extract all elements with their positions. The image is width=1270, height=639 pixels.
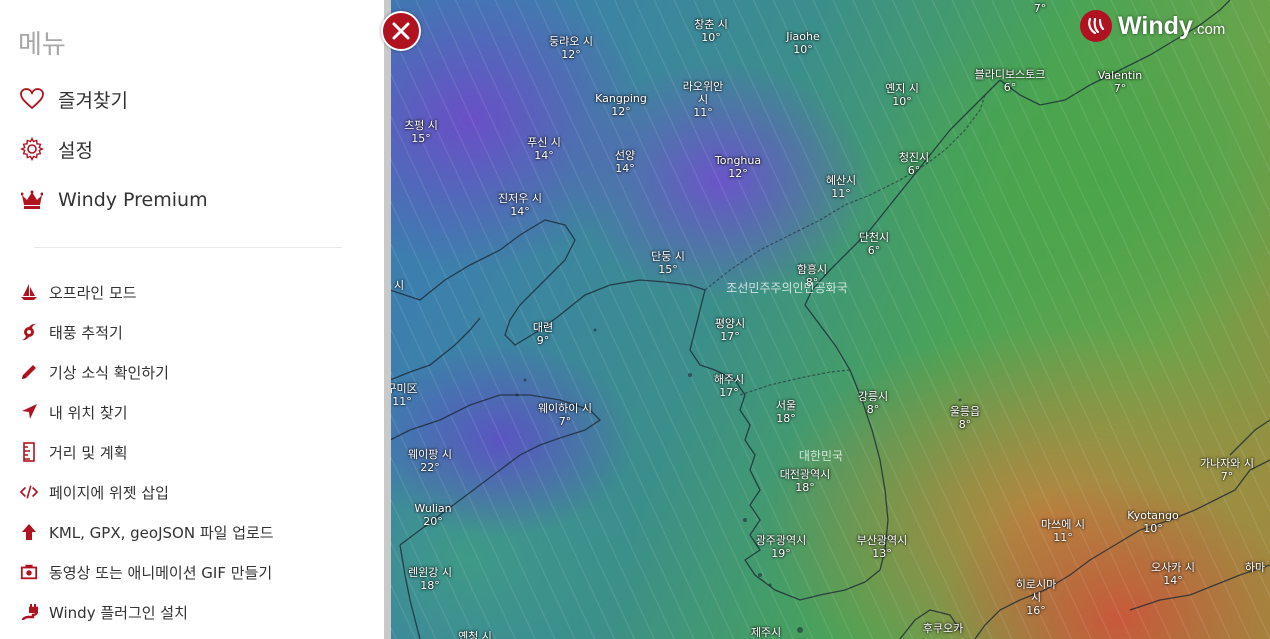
location-arrow-icon <box>20 403 38 421</box>
city-label: 해주시 17° <box>713 373 745 399</box>
city-label: 히로시마 시 16° <box>1015 578 1057 617</box>
gear-icon <box>20 137 44 161</box>
menu-item-weather-news[interactable]: 기상 소식 확인하기 <box>20 361 169 383</box>
menu-item-label: Windy 플러그인 설치 <box>49 603 188 622</box>
city-label: Kyotango 10° <box>1127 509 1179 535</box>
city-label: 선양 14° <box>614 149 636 175</box>
country-label: 대한민국 <box>798 449 844 463</box>
code-icon <box>20 483 38 501</box>
menu-item-find-location[interactable]: 내 위치 찾기 <box>20 401 128 423</box>
menu-item-label: 페이지에 위젯 삽입 <box>49 483 169 502</box>
city-label: 마쓰에 시 11° <box>1041 518 1085 544</box>
city-label: 광주광역시 19° <box>755 534 807 560</box>
menu-item-label: Windy Premium <box>58 189 208 211</box>
city-label: 진저우 시 14° <box>498 192 542 218</box>
city-label: 구미区 11° <box>386 382 418 408</box>
menu-item-offline-mode[interactable]: 오프라인 모드 <box>20 281 137 303</box>
city-label: 대전광역시 18° <box>779 468 831 494</box>
menu-item-label: 오프라인 모드 <box>49 283 137 302</box>
city-label: 렌윈강 시 18° <box>408 566 452 592</box>
menu-item-label: 동영상 또는 애니메이션 GIF 만들기 <box>49 563 273 582</box>
city-label: 단천시 6° <box>858 231 890 257</box>
plugin-icon <box>20 603 38 621</box>
city-label: 가나자와 시 7° <box>1199 457 1255 483</box>
menu-divider <box>34 247 342 248</box>
city-label: 제주시 <box>750 626 782 639</box>
city-label: 울릉읍 8° <box>949 405 981 431</box>
city-label: 푸신 시 14° <box>527 136 561 162</box>
city-label: 강릉시 8° <box>857 390 889 416</box>
menu-item-label: KML, GPX, geoJSON 파일 업로드 <box>49 523 274 542</box>
menu-item-create-video[interactable]: 동영상 또는 애니메이션 GIF 만들기 <box>20 561 272 583</box>
camera-icon <box>20 563 38 581</box>
country-label: 조선민주주의인민공화국 <box>726 281 848 295</box>
city-label: 블라디보스토크 6° <box>974 68 1046 94</box>
close-menu-button[interactable] <box>381 11 421 51</box>
menu-item-upload-file[interactable]: KML, GPX, geoJSON 파일 업로드 <box>20 521 274 543</box>
menu-item-favorites[interactable]: 즐겨찾기 <box>20 85 128 113</box>
menu-item-label: 태풍 추적기 <box>49 323 123 342</box>
ruler-icon <box>20 442 38 462</box>
menu-item-settings[interactable]: 설정 <box>20 135 93 163</box>
menu-item-label: 기상 소식 확인하기 <box>49 363 169 382</box>
city-label: 단둥 시 15° <box>651 250 685 276</box>
city-label: 웨이팡 시 22° <box>408 448 452 474</box>
city-label: Wulian 20° <box>414 502 452 528</box>
city-label: Kangping 12° <box>595 92 647 118</box>
city-label: 오사카 시 14° <box>1151 561 1195 587</box>
windy-wordmark: Windy.com <box>1118 11 1226 40</box>
city-label: 청진시 6° <box>898 151 930 177</box>
city-label: 옌지 시 10° <box>885 82 919 108</box>
city-label: 시 <box>393 279 405 292</box>
city-label: 7° <box>1033 2 1047 15</box>
city-label: 라오위안 시 11° <box>682 80 724 119</box>
city-label: 대련 9° <box>532 321 554 347</box>
sailboat-icon <box>20 283 38 301</box>
menu-item-label: 거리 및 계획 <box>49 443 128 462</box>
crown-icon <box>20 188 44 212</box>
menu-item-install-plugin[interactable]: Windy 플러그인 설치 <box>20 601 188 623</box>
menu-item-distance-planner[interactable]: 거리 및 계획 <box>20 441 128 463</box>
city-label: 웨이하이 시 7° <box>537 402 593 428</box>
menu-item-label: 즐겨찾기 <box>58 89 128 112</box>
hurricane-icon <box>20 323 38 341</box>
menu-title: 메뉴 <box>18 30 66 60</box>
windy-logo-icon <box>1080 10 1112 42</box>
menu-item-typhoon-tracker[interactable]: 태풍 추적기 <box>20 321 123 343</box>
heart-icon <box>20 87 44 111</box>
city-label: 옌청 시 <box>458 630 492 639</box>
city-label: Valentin 7° <box>1097 69 1143 95</box>
pencil-icon <box>20 363 38 381</box>
city-label: 평양시 17° <box>714 317 746 343</box>
menu-sidebar: 메뉴 즐겨찾기 설정 Windy Premium 오프라인 모드 태풍 추적기 <box>0 0 391 639</box>
menu-item-label: 설정 <box>58 139 93 162</box>
city-label: 혜산시 11° <box>825 174 857 200</box>
city-label: 후쿠오카 <box>922 622 964 635</box>
menu-item-embed-widget[interactable]: 페이지에 위젯 삽입 <box>20 481 169 503</box>
city-label: Tonghua 12° <box>714 154 762 180</box>
city-label: 부산광역시 13° <box>856 534 908 560</box>
close-icon <box>392 22 410 40</box>
city-label: 츠펑 시 15° <box>404 119 438 145</box>
upload-icon <box>20 523 38 541</box>
city-label: Jiaohe 10° <box>786 30 820 56</box>
city-label: 창춘 시 10° <box>694 18 728 44</box>
menu-item-label: 내 위치 찾기 <box>49 403 128 422</box>
city-label: 하마 <box>1244 561 1266 574</box>
city-label: 서울 18° <box>775 399 797 425</box>
city-label: 둥랴오 시 12° <box>549 35 593 61</box>
menu-item-premium[interactable]: Windy Premium <box>20 186 208 214</box>
windy-logo[interactable]: Windy.com <box>1080 10 1225 42</box>
